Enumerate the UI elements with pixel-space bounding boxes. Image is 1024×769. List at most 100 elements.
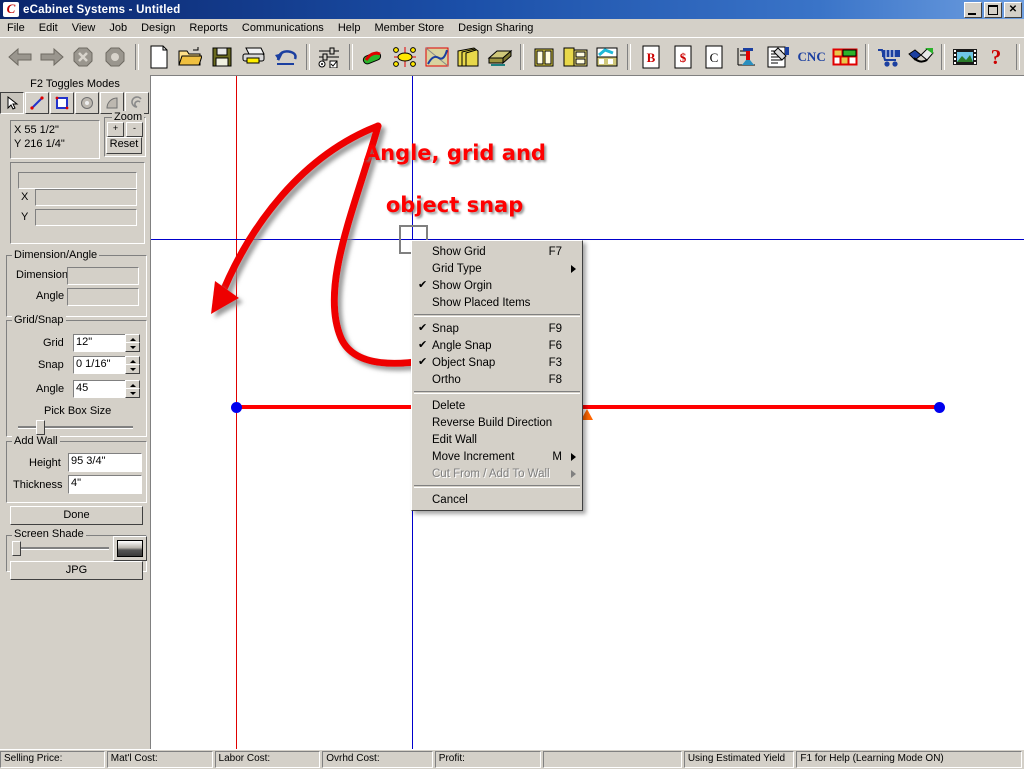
grid-stepper[interactable] bbox=[125, 334, 140, 352]
filmstrip-icon[interactable] bbox=[950, 42, 980, 72]
zoom-reset-button[interactable]: Reset bbox=[106, 137, 142, 154]
menu-item-design-sharing[interactable]: Design Sharing bbox=[451, 20, 540, 36]
menu-bar: File Edit View Job Design Reports Commun… bbox=[0, 19, 1024, 37]
print-icon[interactable] bbox=[239, 42, 269, 72]
jpg-button[interactable]: JPG bbox=[10, 561, 143, 580]
countertop-icon[interactable] bbox=[422, 42, 452, 72]
menu-accel: F7 bbox=[548, 245, 562, 258]
dimension-tool-icon[interactable] bbox=[731, 42, 761, 72]
submenu-arrow-icon bbox=[571, 265, 576, 273]
check-icon: ✔ bbox=[418, 339, 428, 351]
shopping-cart-icon[interactable] bbox=[874, 42, 904, 72]
line-mode-button[interactable] bbox=[25, 92, 49, 114]
menu-cancel[interactable]: Cancel bbox=[412, 491, 582, 508]
options-sliders-icon[interactable] bbox=[315, 42, 345, 72]
origin-axis-horizontal bbox=[151, 239, 1024, 240]
circle-mode-button[interactable] bbox=[75, 92, 99, 114]
maximize-button[interactable] bbox=[984, 2, 1002, 18]
minimize-button[interactable] bbox=[964, 2, 982, 18]
dimension-input[interactable] bbox=[67, 267, 139, 285]
y-input[interactable] bbox=[35, 209, 137, 226]
select-mode-button[interactable] bbox=[0, 92, 24, 114]
hardware-icon[interactable] bbox=[390, 42, 420, 72]
wall-height-input[interactable]: 95 3/4" bbox=[68, 453, 142, 472]
close-button[interactable]: ✕ bbox=[1004, 2, 1022, 18]
forward-arrow-icon[interactable] bbox=[37, 42, 67, 72]
zoom-in-button[interactable]: + bbox=[107, 122, 124, 137]
snap-input[interactable]: 0 1/16" bbox=[73, 356, 129, 374]
refresh-icon[interactable] bbox=[100, 42, 130, 72]
drawer-box-icon[interactable] bbox=[485, 42, 515, 72]
help-question-icon[interactable]: ? bbox=[981, 42, 1011, 72]
pick-box-slider-thumb[interactable] bbox=[36, 420, 45, 435]
snap-label: Snap bbox=[38, 359, 64, 371]
wall-node-start[interactable] bbox=[231, 402, 242, 413]
menu-item-communications[interactable]: Communications bbox=[235, 20, 331, 36]
menu-delete[interactable]: Delete bbox=[412, 397, 582, 414]
wall-thickness-input[interactable]: 4" bbox=[68, 475, 142, 494]
menu-object-snap[interactable]: ✔ Object Snap F3 bbox=[412, 354, 582, 371]
cabinet-library-icon[interactable] bbox=[561, 42, 591, 72]
menu-grid-type[interactable]: Grid Type bbox=[412, 260, 582, 277]
menu-ortho[interactable]: Ortho F8 bbox=[412, 371, 582, 388]
angle-snap-input[interactable]: 45 bbox=[73, 380, 129, 398]
status-overhead-cost: Ovrhd Cost: bbox=[322, 751, 433, 768]
menu-item-job[interactable]: Job bbox=[102, 20, 134, 36]
menu-item-view[interactable]: View bbox=[65, 20, 103, 36]
menu-snap[interactable]: ✔ Snap F9 bbox=[412, 320, 582, 337]
menu-show-grid[interactable]: Show Grid F7 bbox=[412, 243, 582, 260]
menu-show-placed-items[interactable]: Show Placed Items bbox=[412, 294, 582, 311]
menu-item-edit[interactable]: Edit bbox=[32, 20, 65, 36]
menu-item-reports[interactable]: Reports bbox=[182, 20, 235, 36]
wall-thickness-label: Thickness bbox=[13, 479, 63, 491]
menu-item-design[interactable]: Design bbox=[134, 20, 182, 36]
grid-input[interactable]: 12" bbox=[73, 334, 129, 352]
open-folder-icon[interactable] bbox=[176, 42, 206, 72]
x-input[interactable] bbox=[35, 189, 137, 206]
status-blank bbox=[542, 751, 682, 768]
snap-stepper[interactable] bbox=[125, 356, 140, 374]
menu-item-member-store[interactable]: Member Store bbox=[367, 20, 451, 36]
xy-top-field[interactable] bbox=[18, 172, 137, 189]
materials-icon[interactable] bbox=[358, 42, 388, 72]
cabinet-stack-icon[interactable] bbox=[453, 42, 483, 72]
canvas-context-menu[interactable]: Show Grid F7 Grid Type ✔ Show Orgin Show… bbox=[411, 240, 583, 511]
cabinet-icon[interactable] bbox=[529, 42, 559, 72]
report-icon[interactable] bbox=[763, 42, 793, 72]
save-disk-icon[interactable] bbox=[207, 42, 237, 72]
screen-shade-swatch-button[interactable] bbox=[113, 536, 147, 561]
menu-separator bbox=[414, 391, 580, 394]
annotation-line-1: Angle, grid and bbox=[363, 141, 546, 165]
submenu-arrow-icon bbox=[571, 453, 576, 461]
undo-icon[interactable] bbox=[271, 42, 301, 72]
status-help-hint: F1 for Help (Learning Mode ON) bbox=[796, 751, 1023, 768]
new-document-icon[interactable] bbox=[144, 42, 174, 72]
menu-item-help[interactable]: Help bbox=[331, 20, 368, 36]
angle-snap-stepper[interactable] bbox=[125, 380, 140, 398]
cost-document-icon[interactable]: $ bbox=[668, 42, 698, 72]
bid-document-icon[interactable]: B bbox=[636, 42, 666, 72]
cnc-label[interactable]: CNC bbox=[795, 42, 829, 72]
zoom-out-button[interactable]: - bbox=[126, 122, 143, 137]
screen-shade-slider-thumb[interactable] bbox=[12, 541, 21, 556]
menu-item-file[interactable]: File bbox=[0, 20, 32, 36]
menu-show-orgin[interactable]: ✔ Show Orgin bbox=[412, 277, 582, 294]
back-arrow-icon[interactable] bbox=[5, 42, 35, 72]
menu-move-increment[interactable]: Move Increment M bbox=[412, 448, 582, 465]
menu-separator bbox=[414, 314, 580, 317]
menu-reverse-build-direction[interactable]: Reverse Build Direction bbox=[412, 414, 582, 431]
rectangle-mode-button[interactable] bbox=[50, 92, 74, 114]
menu-label: Show Orgin bbox=[432, 279, 493, 292]
wall-node-end[interactable] bbox=[934, 402, 945, 413]
cutlist-document-icon[interactable]: C bbox=[700, 42, 730, 72]
stop-icon[interactable] bbox=[68, 42, 98, 72]
design-canvas[interactable]: Angle, grid and object snap bbox=[150, 75, 1024, 749]
room-layout-icon[interactable] bbox=[592, 42, 622, 72]
done-button[interactable]: Done bbox=[10, 506, 143, 525]
nesting-icon[interactable] bbox=[830, 42, 860, 72]
menu-angle-snap[interactable]: ✔ Angle Snap F6 bbox=[412, 337, 582, 354]
menu-label: Ortho bbox=[432, 373, 461, 386]
menu-edit-wall[interactable]: Edit Wall bbox=[412, 431, 582, 448]
handshake-icon[interactable] bbox=[906, 42, 936, 72]
angle-input[interactable] bbox=[67, 288, 139, 306]
